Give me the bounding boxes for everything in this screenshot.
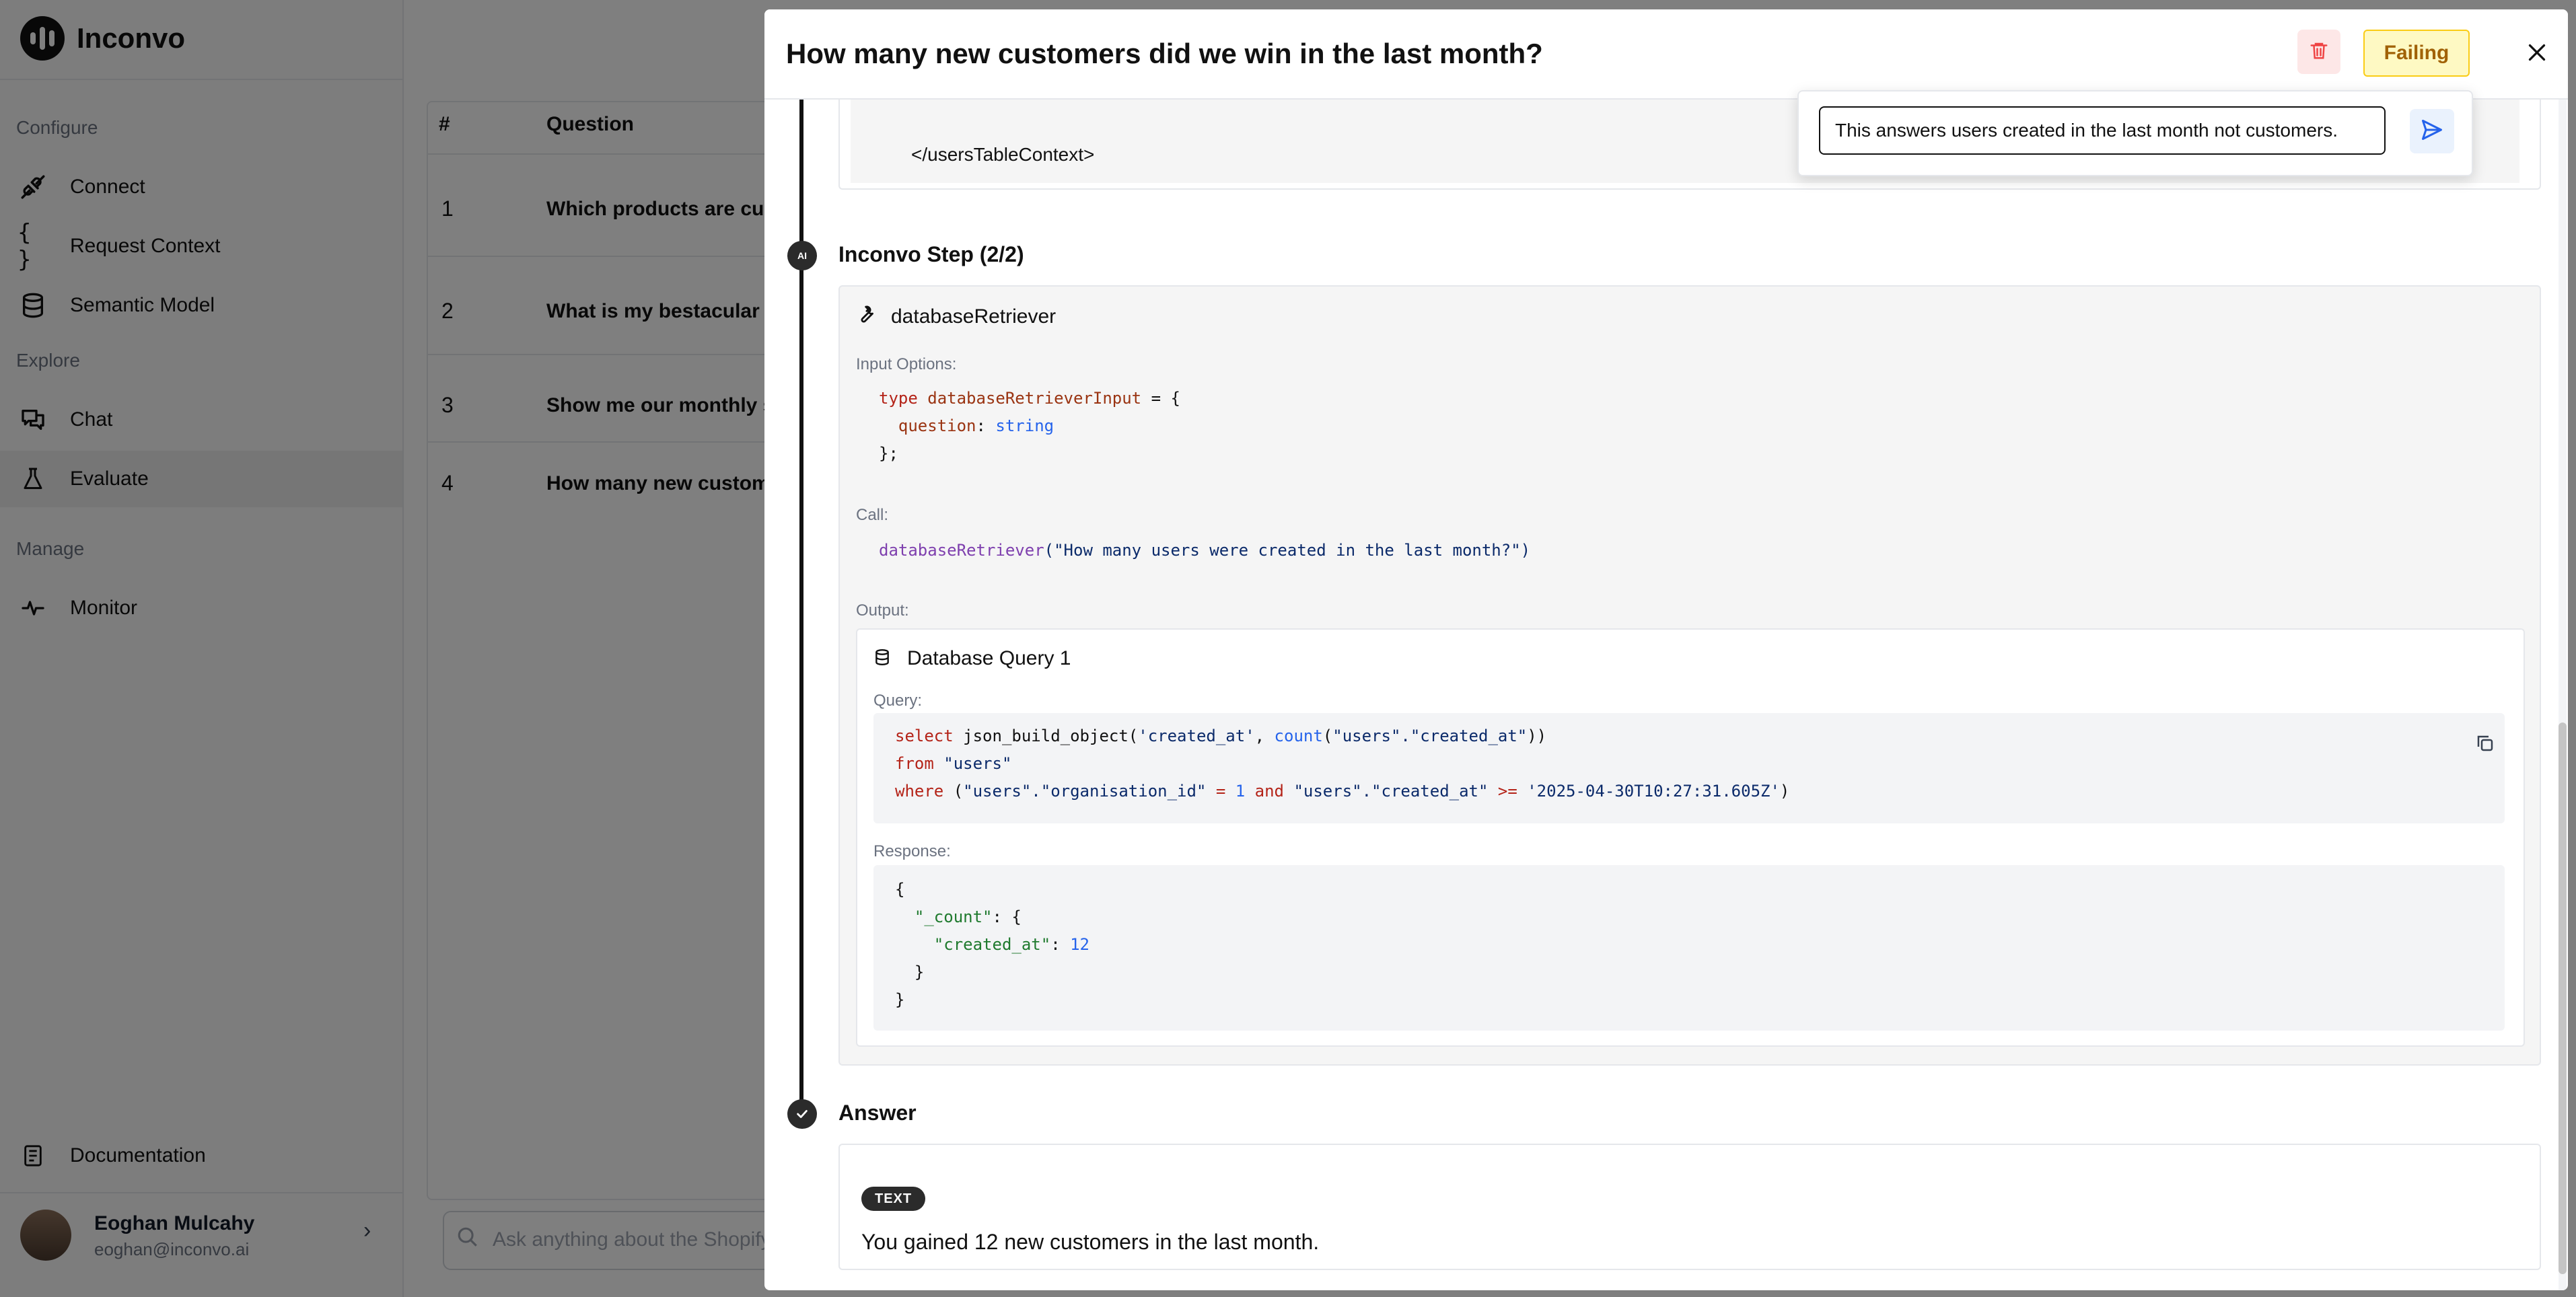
- code-operator: >=: [1488, 782, 1528, 801]
- code-keyword: select: [895, 727, 954, 745]
- code-text: : {: [992, 907, 1022, 926]
- code-number: 12: [1070, 935, 1089, 954]
- code-operator: =: [1206, 782, 1236, 801]
- answer-text: You gained 12 new customers in the last …: [861, 1230, 1320, 1254]
- trash-icon: [2309, 40, 2329, 65]
- response-code-box: [873, 865, 2505, 1031]
- answer-type-badge: TEXT: [861, 1187, 926, 1211]
- evaluation-modal: </usersTableContext> AI Inconvo Step (2/…: [764, 9, 2568, 1290]
- response-code: { "_count": { "created_at": 12 } }: [895, 876, 1089, 1014]
- step-ai-icon: AI: [787, 241, 817, 270]
- response-label: Response:: [873, 842, 951, 860]
- feedback-input[interactable]: [1819, 106, 2386, 155]
- input-options-code: type databaseRetrieverInput = { question…: [879, 389, 1180, 463]
- code-text: }: [895, 990, 905, 1009]
- code-argument: ("How many users were created in the las…: [1044, 541, 1531, 560]
- code-string: 'created_at': [1138, 727, 1255, 745]
- database-icon: [873, 647, 891, 671]
- code-text: ,: [1254, 727, 1275, 745]
- tool-name: databaseRetriever: [891, 305, 1057, 328]
- status-badge[interactable]: Failing: [2363, 30, 2470, 77]
- code-text: json_build_object(: [953, 727, 1139, 745]
- scrollbar-thumb[interactable]: [2559, 722, 2567, 1274]
- code-text: (: [943, 782, 964, 801]
- wrench-icon: [856, 304, 876, 328]
- step-title: Inconvo Step (2/2): [838, 242, 1024, 266]
- code-keyword: from: [895, 754, 934, 773]
- send-icon: [2419, 118, 2445, 145]
- code-number: 1: [1235, 782, 1246, 801]
- feedback-popover: [1797, 90, 2473, 176]
- database-query-card: Database Query 1 Query: select json_buil…: [856, 628, 2525, 1047]
- code-keyword: type: [879, 389, 918, 408]
- code-type-name: databaseRetrieverInput: [927, 389, 1142, 408]
- modal-header: How many new customers did we win in the…: [764, 9, 2568, 100]
- modal-title: How many new customers did we win in the…: [786, 38, 1543, 69]
- code-string: "users": [933, 754, 1012, 773]
- code-punct: = {: [1141, 389, 1180, 408]
- code-keyword: where: [895, 782, 944, 801]
- sql-code: select json_build_object('created_at', c…: [895, 722, 1789, 805]
- step-card: databaseRetriever Input Options: type da…: [838, 285, 2541, 1066]
- output-label: Output:: [856, 601, 909, 620]
- input-options-label: Input Options:: [856, 355, 957, 373]
- code-string: "users"."organisation_id": [963, 782, 1207, 801]
- check-circle-icon: [787, 1099, 817, 1129]
- code-key: question: [898, 416, 976, 435]
- code-function: databaseRetriever: [879, 541, 1044, 560]
- code-text: {: [895, 880, 905, 899]
- close-button[interactable]: [2519, 36, 2554, 71]
- code-type: string: [995, 416, 1054, 435]
- send-button[interactable]: [2410, 109, 2454, 153]
- answer-card: TEXT You gained 12 new customers in the …: [838, 1144, 2541, 1270]
- query-title: Database Query 1: [907, 647, 1071, 669]
- call-code: databaseRetriever("How many users were c…: [879, 537, 1530, 564]
- code-string: "users"."created_at": [1332, 727, 1528, 745]
- code-string: "users"."created_at": [1293, 782, 1489, 801]
- code-json-key: "_count": [914, 907, 993, 926]
- code-text: }: [914, 963, 925, 981]
- code-text: ): [1779, 782, 1790, 801]
- call-label: Call:: [856, 506, 889, 524]
- close-icon: [2525, 36, 2549, 72]
- code-function: count: [1274, 727, 1323, 745]
- context-close-tag: </usersTableContext>: [911, 144, 1095, 165]
- copy-icon[interactable]: [2475, 733, 2495, 757]
- delete-button[interactable]: [2297, 30, 2340, 74]
- query-label: Query:: [873, 692, 923, 710]
- code-text: :: [1050, 935, 1071, 954]
- answer-title: Answer: [838, 1101, 917, 1125]
- code-text: )): [1527, 727, 1547, 745]
- code-punct: };: [879, 444, 898, 463]
- code-text: (: [1322, 727, 1333, 745]
- code-keyword: and: [1245, 782, 1294, 801]
- code-string: '2025-04-30T10:27:31.605Z': [1527, 782, 1780, 801]
- code-json-key: "created_at": [933, 935, 1051, 954]
